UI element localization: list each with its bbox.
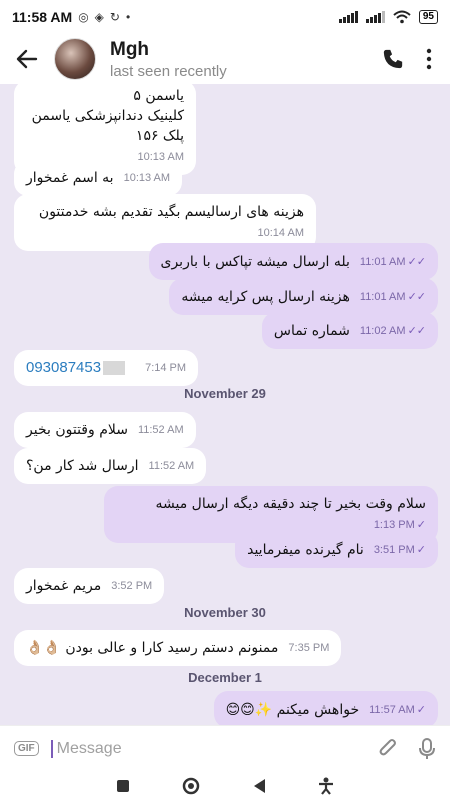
system-nav-bar [0,771,450,800]
more-vertical-icon[interactable] [426,48,432,70]
read-check-icon: ✓ [416,543,426,556]
read-check-icon: ✓ [416,703,426,716]
accessibility-icon[interactable] [318,777,334,795]
message-text: شماره تماس [273,323,350,339]
ok-hand-emoji: 👌🏼👌🏼 [26,640,61,656]
message-text: هزینه های ارسالیسم بگید تقدیم بشه خدمتتو… [38,204,304,220]
message-text: مریم غمخوار [26,578,102,594]
message-bubble-incoming[interactable]: ارسال شد کار من؟ 11:52 AM [14,448,207,484]
arrow-left-icon [16,49,38,69]
message-time: 1:13 PM [373,519,415,531]
message-text: خواهش میکنم [276,702,360,718]
message-bubble-outgoing[interactable]: بله ارسال میشه تپاکس با باربری 11:01 AM ✓… [148,243,438,280]
chat-header: Mgh last seen recently [0,34,450,84]
message-time: 11:01 AM [359,291,406,303]
back-triangle-icon[interactable] [252,778,266,794]
date-label: November 30 [184,605,266,620]
status-bar: 11:58 AM ◎ ◈ ↻ • 95 [0,0,450,34]
message-time: 10:13 AM [123,172,171,184]
signal-icon-2 [365,11,385,23]
contact-status: last seen recently [110,62,227,80]
message-line: پلک ۱۵۶ [135,128,184,144]
telegram-icon: ◈ [94,10,104,24]
message-time: 11:52 AM [137,424,184,436]
message-text: ممنونم دستم رسید کارا و عالی بودن [65,640,279,656]
message-bubble-incoming[interactable]: سلام وقتتون بخیر 11:52 AM [14,412,196,448]
message-bubble-incoming[interactable]: مریم غمخوار 3:52 PM [14,568,165,604]
date-label: November 29 [184,386,266,401]
message-text: بله ارسال میشه تپاکس با باربری [160,254,350,270]
redacted-block [103,361,126,375]
message-bubble-incoming[interactable]: 093087453 7:14 PM [14,350,199,386]
message-input[interactable] [50,739,378,758]
date-separator: November 30 [0,605,450,620]
sync-icon: ↻ [109,10,120,24]
message-text: هزینه ارسال پس کرایه میشه [181,289,350,305]
message-bubble-outgoing[interactable]: هزینه ارسال پس کرایه میشه 11:01 AM ✓✓ [169,278,438,315]
gif-button[interactable]: GIF [14,741,39,756]
message-bubble-outgoing[interactable]: نام گیرنده میفرمایید 3:51 PM ✓ [235,531,438,568]
message-time: 11:57 AM [369,704,415,716]
contact-info[interactable]: Mgh last seen recently [110,39,227,80]
message-bubble-incoming[interactable]: 👌🏼👌🏼 ممنونم دستم رسید کارا و عالی بودن 7… [14,630,342,666]
message-text: به اسم غمخوار [26,170,114,186]
wifi-icon [393,10,411,24]
message-bubble-outgoing[interactable]: 😊😊✨ خواهش میکنم 11:57 AM ✓ [213,691,438,725]
recents-square-icon[interactable] [116,779,130,793]
message-text: سلام وقت بخیر تا چند دقیقه دیگه ارسال می… [155,496,426,512]
read-check-icon: ✓✓ [407,255,426,268]
message-line: یاسمن ۵ [133,88,184,104]
clock: 11:58 AM [12,9,73,25]
message-text: یاسمن ۵ کلینیک دندانپزشکی یاسمن پلک ۱۵۶ [26,86,184,146]
message-time: 11:52 AM [148,460,195,472]
contact-name: Mgh [110,38,150,60]
message-time: 7:14 PM [145,362,187,374]
message-time: 3:51 PM [373,544,415,556]
message-line: کلینیک دندانپزشکی یاسمن [31,108,184,124]
date-label: December 1 [188,670,262,685]
message-list[interactable]: یاسمن ۵ کلینیک دندانپزشکی یاسمن پلک ۱۵۶ … [0,84,450,725]
read-check-icon: ✓✓ [407,324,426,337]
date-separator: December 1 [0,670,450,685]
smile-emoji: 😊😊✨ [225,702,273,718]
avatar[interactable] [54,38,96,80]
phone-number-link[interactable]: 093087453 [26,359,101,376]
attach-icon[interactable] [378,737,398,761]
phone-icon[interactable] [382,48,404,70]
message-text: ارسال شد کار من؟ [26,458,139,474]
message-composer: GIF [0,725,450,771]
battery-icon: 95 [418,10,438,24]
message-time: 10:14 AM [257,227,304,239]
message-time: 11:01 AM [359,256,406,268]
message-time: 3:52 PM [111,580,153,592]
message-time: 7:35 PM [288,642,330,654]
read-check-icon: ✓✓ [407,290,426,303]
microphone-icon[interactable] [418,737,436,761]
message-bubble-outgoing[interactable]: شماره تماس 11:02 AM ✓✓ [261,312,438,349]
home-circle-icon[interactable] [182,777,200,795]
more-notifications-icon: • [125,10,131,24]
message-text: سلام وقتتون بخیر [26,422,128,438]
back-button[interactable] [0,48,54,70]
signal-icon [338,11,358,23]
whatsapp-icon: ◎ [78,10,89,24]
message-text: نام گیرنده میفرمایید [247,542,364,558]
date-separator: November 29 [0,386,450,401]
message-time: 11:02 AM [359,325,406,337]
read-check-icon: ✓ [416,518,426,531]
message-bubble-incoming[interactable]: به اسم غمخوار 10:13 AM [14,160,183,196]
